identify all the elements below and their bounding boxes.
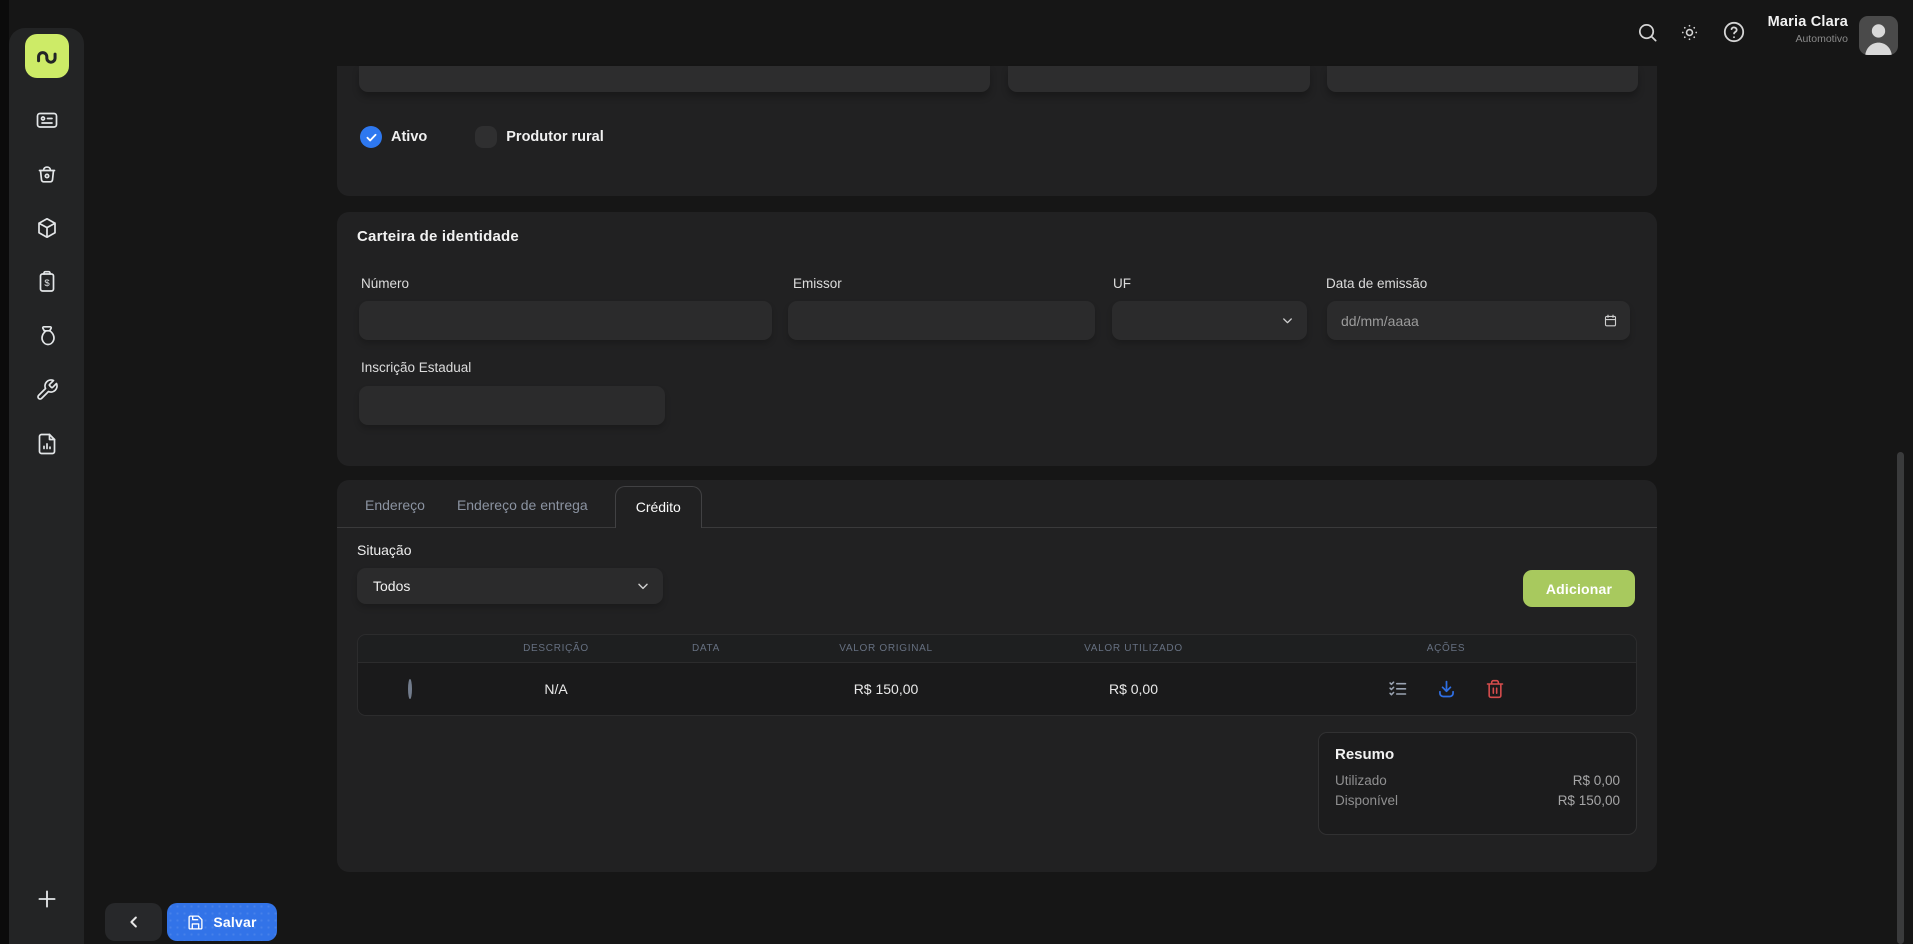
utilizado-value: R$ 0,00 [1573,771,1620,791]
chevron-left-icon [125,913,143,931]
uf-label: UF [1113,276,1131,291]
registration-card-icon[interactable] [35,108,59,132]
situacao-label: Situação [357,542,411,558]
help-icon[interactable] [1722,20,1746,44]
user-name: Maria Clara [1768,14,1848,30]
general-data-card: Ativo Produtor rural [337,66,1657,196]
user-role: Automotivo [1768,33,1848,45]
inscricao-input[interactable] [359,386,665,425]
tabbar: Endereço Endereço de entrega Crédito [337,480,1657,528]
numero-input[interactable] [359,301,772,340]
add-plus-icon [34,886,60,912]
trash-icon[interactable] [1485,679,1505,699]
ativo-label: Ativo [391,129,427,145]
emissor-input[interactable] [788,301,1095,340]
ativo-checkbox[interactable] [360,126,382,148]
col-acoes: AÇÕES [1256,643,1636,654]
col-valor-original: VALOR ORIGINAL [761,643,1011,654]
movements-checklist-icon[interactable] [1388,679,1408,699]
avatar[interactable] [1859,16,1898,55]
adicionar-button[interactable]: Adicionar [1523,570,1635,607]
identity-card-section: Carteira de identidade Número Emissor UF… [337,212,1657,466]
person-icon [1859,16,1898,55]
credit-table-row: N/A R$ 150,00 R$ 0,00 [358,663,1636,715]
theme-sun-icon[interactable] [1679,22,1700,43]
credit-table-header: DESCRIÇÃO DATA VALOR ORIGINAL VALOR UTIL… [358,635,1636,663]
emissor-label: Emissor [793,276,842,291]
col-data: DATA [651,643,761,654]
situacao-select[interactable]: Todos [357,568,663,604]
cutoff-input-2[interactable] [1008,66,1310,92]
cell-valor-original: R$ 150,00 [761,681,1011,697]
window-edge [0,0,9,944]
check-icon [365,131,378,144]
cell-valor-utilizado: R$ 0,00 [1011,681,1256,697]
utilizado-label: Utilizado [1335,771,1387,791]
back-button[interactable] [105,903,162,941]
cell-descricao: N/A [461,681,651,697]
resumo-title: Resumo [1335,746,1620,763]
sidebar: $ [9,28,84,944]
tab-endereco[interactable]: Endereço [360,497,430,527]
logo-squiggle-icon [32,41,62,71]
salvar-button[interactable]: Salvar [167,903,277,941]
salvar-label: Salvar [213,914,256,930]
tab-credito[interactable]: Crédito [615,486,702,528]
disponivel-value: R$ 150,00 [1558,791,1620,811]
identity-card-title: Carteira de identidade [357,228,519,245]
calendar-icon[interactable] [1603,313,1618,328]
col-descricao: DESCRIÇÃO [461,643,651,654]
produtor-rural-label: Produtor rural [506,129,603,145]
download-icon[interactable] [1436,679,1457,700]
col-valor-utilizado: VALOR UTILIZADO [1011,643,1256,654]
reports-file-icon[interactable] [35,432,59,456]
resumo-panel: Resumo Utilizado R$ 0,00 Disponível R$ 1… [1318,732,1637,835]
inscricao-label: Inscrição Estadual [361,360,471,375]
svg-text:$: $ [44,278,50,289]
sales-basket-icon[interactable] [35,162,59,186]
products-box-icon[interactable] [35,216,59,240]
cutoff-input-1[interactable] [359,66,990,92]
chevron-down-icon [635,578,651,594]
user-menu[interactable]: Maria Clara Automotivo [1768,14,1848,45]
chevron-down-icon [1280,313,1295,328]
numero-label: Número [361,276,409,291]
uf-select[interactable] [1112,301,1307,340]
save-floppy-icon [187,914,204,931]
tab-endereco-entrega[interactable]: Endereço de entrega [452,497,593,527]
billing-clipboard-icon[interactable]: $ [35,270,59,294]
row-radio[interactable] [408,679,412,699]
data-emissao-input[interactable]: dd/mm/aaaa [1327,301,1630,340]
finance-bag-icon[interactable] [35,324,59,348]
sidebar-add-button[interactable] [9,886,84,912]
produtor-rural-checkbox[interactable] [475,126,497,148]
search-icon[interactable] [1636,21,1659,44]
credit-table: DESCRIÇÃO DATA VALOR ORIGINAL VALOR UTIL… [357,634,1637,716]
cutoff-input-3[interactable] [1327,66,1638,92]
address-credit-section: Endereço Endereço de entrega Crédito Sit… [337,480,1657,872]
app-logo[interactable] [25,34,69,78]
disponivel-label: Disponível [1335,791,1398,811]
data-emissao-label: Data de emissão [1326,276,1427,291]
vertical-scrollbar[interactable] [1897,452,1904,944]
tools-wrench-icon[interactable] [35,378,59,402]
date-placeholder: dd/mm/aaaa [1341,313,1419,329]
